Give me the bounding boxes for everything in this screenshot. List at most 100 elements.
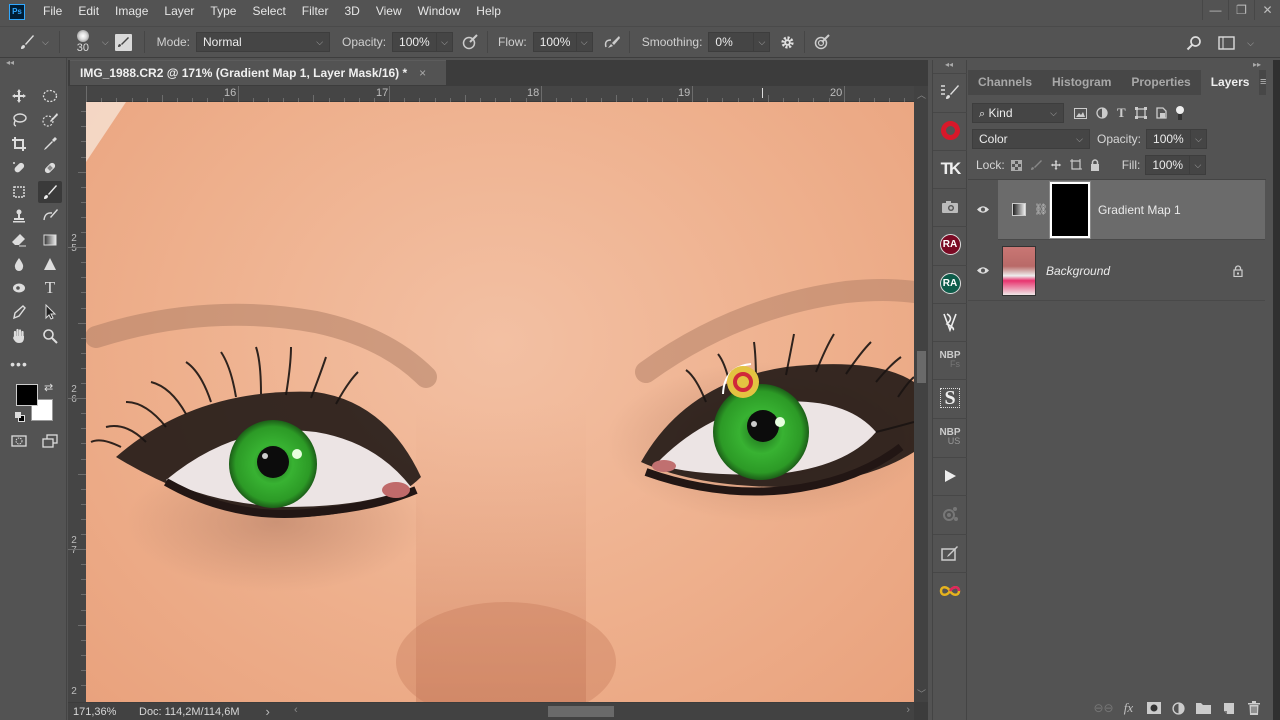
menu-file[interactable]: File xyxy=(35,0,70,23)
actions-play-button[interactable] xyxy=(933,457,967,493)
document-tab[interactable]: IMG_1988.CR2 @ 171% (Gradient Map 1, Lay… xyxy=(70,60,446,85)
menu-help[interactable]: Help xyxy=(468,0,509,23)
minimize-button[interactable]: — xyxy=(1202,0,1228,20)
filter-pixel-icon[interactable] xyxy=(1074,107,1087,119)
history-brush-tool[interactable] xyxy=(38,205,62,227)
image-canvas[interactable] xyxy=(86,102,914,702)
lock-position-icon[interactable] xyxy=(1050,159,1062,171)
menu-3d[interactable]: 3D xyxy=(336,0,367,23)
move-tool[interactable] xyxy=(7,85,31,107)
vertical-scroll-thumb[interactable] xyxy=(917,351,926,383)
restore-button[interactable]: ❐ xyxy=(1228,0,1254,20)
eyedropper-tool[interactable] xyxy=(38,133,62,155)
ruler-horizontal[interactable]: 16 17 18 19 20 xyxy=(86,86,914,102)
collapse-arrows-icon[interactable]: ◂◂ xyxy=(6,58,14,67)
chevron-down-icon[interactable]: ⌵ xyxy=(102,37,109,48)
path-selection-tool[interactable] xyxy=(38,301,62,323)
fill-input[interactable]: 100% xyxy=(1145,155,1191,175)
sharpen-tool[interactable] xyxy=(38,253,62,275)
vertical-scrollbar[interactable]: ︿ ﹀ xyxy=(914,86,928,702)
add-mask-button[interactable] xyxy=(1141,697,1166,719)
smoothing-options-button[interactable] xyxy=(776,31,798,53)
menu-window[interactable]: Window xyxy=(410,0,469,23)
layer-row-background[interactable]: Background xyxy=(968,241,1265,301)
pressure-size-toggle[interactable] xyxy=(811,31,833,53)
hand-tool[interactable] xyxy=(7,325,31,347)
visibility-toggle[interactable] xyxy=(968,241,998,301)
tab-channels[interactable]: Channels xyxy=(968,70,1042,95)
tab-layers[interactable]: Layers xyxy=(1200,70,1260,95)
scroll-up-icon[interactable]: ︿ xyxy=(917,88,926,101)
search-button[interactable] xyxy=(1183,32,1205,54)
opacity-input[interactable]: 100% xyxy=(392,32,438,52)
tab-properties[interactable]: Properties xyxy=(1121,70,1200,95)
layer-thumbnail[interactable] xyxy=(1002,245,1036,296)
zoom-level[interactable]: 171,36% xyxy=(73,706,133,718)
pressure-opacity-toggle[interactable] xyxy=(459,31,481,53)
smoothing-input[interactable]: 0% xyxy=(708,32,755,52)
new-group-button[interactable] xyxy=(1191,697,1216,719)
menu-edit[interactable]: Edit xyxy=(70,0,107,23)
layer-mask-thumbnail[interactable] xyxy=(1048,180,1091,239)
opacity-dropdown-button[interactable]: ⌵ xyxy=(437,32,454,52)
type-tool[interactable]: T xyxy=(38,277,62,299)
mode-dropdown[interactable]: Normal ⌵ xyxy=(196,32,331,52)
ra-red-plugin-button[interactable]: RA xyxy=(933,226,967,262)
eraser-tool[interactable] xyxy=(7,229,31,251)
patch-tool[interactable] xyxy=(7,181,31,203)
dodge-tool[interactable] xyxy=(7,277,31,299)
default-colors-button[interactable] xyxy=(15,412,25,422)
tool-preset-picker[interactable] xyxy=(16,31,38,53)
menu-view[interactable]: View xyxy=(368,0,410,23)
lock-icon[interactable] xyxy=(1233,264,1243,277)
close-document-icon[interactable]: × xyxy=(419,66,426,80)
chevron-down-icon[interactable]: ⌵ xyxy=(1247,38,1254,49)
visibility-toggle[interactable] xyxy=(968,179,998,240)
spot-healing-tool[interactable] xyxy=(7,157,31,179)
quick-selection-tool[interactable] xyxy=(38,109,62,131)
vs-plugin-button[interactable] xyxy=(933,303,967,339)
blur-tool[interactable] xyxy=(7,253,31,275)
horizontal-scroll-thumb[interactable] xyxy=(548,706,614,717)
horizontal-scrollbar[interactable]: ‹ › xyxy=(290,703,914,720)
lock-artboard-icon[interactable] xyxy=(1069,159,1082,171)
quick-mask-button[interactable] xyxy=(7,430,31,452)
brush-tool[interactable] xyxy=(38,181,62,203)
layer-opacity-dropdown-button[interactable]: ⌵ xyxy=(1191,129,1208,149)
camera-plugin-button[interactable] xyxy=(933,188,967,224)
menu-layer[interactable]: Layer xyxy=(156,0,202,23)
nbp-fs-plugin-button[interactable]: NBP Fs xyxy=(933,341,967,377)
foreground-color-swatch[interactable] xyxy=(16,384,38,406)
chevron-down-icon[interactable]: ⌵ xyxy=(42,37,49,48)
panel-menu-icon[interactable]: ≡ xyxy=(1260,76,1266,88)
nbp-us-plugin-button[interactable]: NBP US xyxy=(933,418,967,454)
lock-image-pixels-icon[interactable] xyxy=(1030,159,1042,171)
status-menu-arrow-icon[interactable]: › xyxy=(265,704,269,719)
add-layer-style-button[interactable]: fx xyxy=(1116,697,1141,719)
brush-size-picker[interactable]: 30 xyxy=(70,30,96,54)
s-plugin-button[interactable]: S xyxy=(933,379,967,415)
collapse-arrows-icon[interactable]: ◂◂ xyxy=(945,60,953,69)
ruler-vertical[interactable]: 25 26 27 2 xyxy=(68,102,86,702)
menu-type[interactable]: Type xyxy=(202,0,244,23)
filter-kind-dropdown[interactable]: ⌕ Kind ⌵ xyxy=(972,103,1064,123)
fill-dropdown-button[interactable]: ⌵ xyxy=(1190,155,1207,175)
plugin-red-ring-button[interactable] xyxy=(933,112,967,148)
link-layers-button[interactable]: ⊖⊖ xyxy=(1091,697,1116,719)
lock-all-icon[interactable] xyxy=(1090,159,1100,171)
scroll-right-icon[interactable]: › xyxy=(906,704,910,716)
menu-image[interactable]: Image xyxy=(107,0,156,23)
brush-settings-toggle[interactable] xyxy=(114,33,132,51)
filter-type-icon[interactable]: T xyxy=(1117,105,1126,121)
flow-input[interactable]: 100% xyxy=(532,32,577,52)
delete-layer-button[interactable] xyxy=(1241,697,1266,719)
new-layer-button[interactable] xyxy=(1216,697,1241,719)
brush-presets-button[interactable] xyxy=(933,73,967,109)
ra-green-plugin-button[interactable]: RA xyxy=(933,265,967,301)
tab-histogram[interactable]: Histogram xyxy=(1042,70,1121,95)
zoom-tool[interactable] xyxy=(38,325,62,347)
clone-stamp-tool[interactable] xyxy=(7,205,31,227)
close-button[interactable]: ✕ xyxy=(1254,0,1280,20)
ruler-origin[interactable] xyxy=(68,86,86,102)
layer-name[interactable]: Background xyxy=(1046,264,1110,278)
